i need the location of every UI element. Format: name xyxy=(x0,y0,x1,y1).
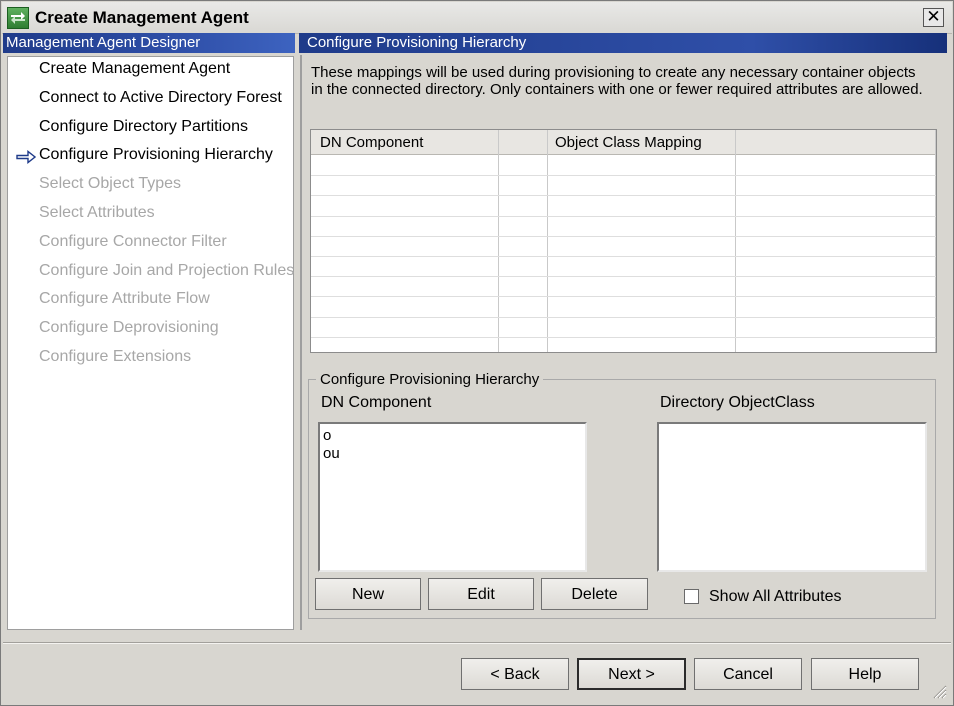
nav-item[interactable]: Configure Directory Partitions xyxy=(39,118,248,140)
right-arrow-icon xyxy=(16,150,36,164)
help-button[interactable]: Help xyxy=(811,658,919,690)
nav-item: Select Object Types xyxy=(39,175,181,193)
nav-item: Configure Attribute Flow xyxy=(39,290,210,308)
grid-divider xyxy=(547,130,548,352)
grid-row-line xyxy=(311,256,936,257)
cancel-button[interactable]: Cancel xyxy=(694,658,802,690)
dn-component-label: DN Component xyxy=(321,394,432,411)
footer-separator xyxy=(3,642,951,644)
new-button[interactable]: New xyxy=(315,578,421,610)
step-description: These mappings will be used during provi… xyxy=(311,64,923,98)
show-all-attributes-label[interactable]: Show All Attributes xyxy=(709,588,842,606)
nav-item: Configure Extensions xyxy=(39,348,192,365)
grid-divider xyxy=(735,130,736,352)
grid-row-line xyxy=(311,316,936,318)
grid-row-line xyxy=(311,195,936,197)
edit-button[interactable]: Edit xyxy=(428,578,534,610)
show-all-attributes-checkbox[interactable] xyxy=(684,589,699,604)
grid-row-line xyxy=(311,296,936,298)
nav-header: Management Agent Designer xyxy=(3,33,295,53)
grid-divider xyxy=(498,130,499,352)
nav-item: Configure Join and Projection Rules xyxy=(39,261,295,279)
nav-panel xyxy=(7,56,294,630)
title-bar[interactable]: Create Management Agent ✕ xyxy=(2,2,952,34)
list-item[interactable]: ou xyxy=(323,445,340,462)
next-button[interactable]: Next > xyxy=(577,658,686,690)
dn-component-list[interactable]: o ou xyxy=(318,422,587,572)
nav-item: Configure Deprovisioning xyxy=(39,319,219,337)
grid-row-line xyxy=(311,276,936,278)
mapping-grid[interactable]: DN Component Object Class Mapping xyxy=(310,129,937,353)
grid-header: DN Component Object Class Mapping xyxy=(311,130,936,155)
grid-row-line xyxy=(311,215,936,217)
wizard-window: Create Management Agent ✕ Management Age… xyxy=(0,0,954,706)
nav-item[interactable]: Connect to Active Directory Forest xyxy=(39,89,282,111)
back-button[interactable]: < Back xyxy=(461,658,569,690)
nav-item: Select Attributes xyxy=(39,204,155,221)
grid-row-line xyxy=(311,235,936,237)
window-title: Create Management Agent xyxy=(35,8,249,27)
list-item[interactable]: o xyxy=(323,427,331,444)
delete-button[interactable]: Delete xyxy=(541,578,648,610)
directory-objectclass-label: Directory ObjectClass xyxy=(660,394,815,411)
nav-item[interactable]: Create Management Agent xyxy=(39,60,230,82)
directory-objectclass-list[interactable] xyxy=(657,422,927,572)
grid-column-dn-component[interactable]: DN Component xyxy=(320,134,423,151)
resize-grip-icon[interactable] xyxy=(931,683,947,699)
close-icon: ✕ xyxy=(926,7,941,27)
close-button[interactable]: ✕ xyxy=(923,8,944,27)
step-header: Configure Provisioning Hierarchy xyxy=(299,33,947,53)
grid-row-line xyxy=(311,336,936,338)
nav-item: Configure Connector Filter xyxy=(39,232,227,250)
grid-column-object-class-mapping[interactable]: Object Class Mapping xyxy=(555,134,702,151)
grid-row-line xyxy=(311,175,936,177)
nav-item[interactable]: Configure Provisioning Hierarchy xyxy=(39,146,273,168)
app-icon xyxy=(7,7,29,29)
grid-divider xyxy=(935,130,936,352)
group-legend: Configure Provisioning Hierarchy xyxy=(316,371,544,388)
